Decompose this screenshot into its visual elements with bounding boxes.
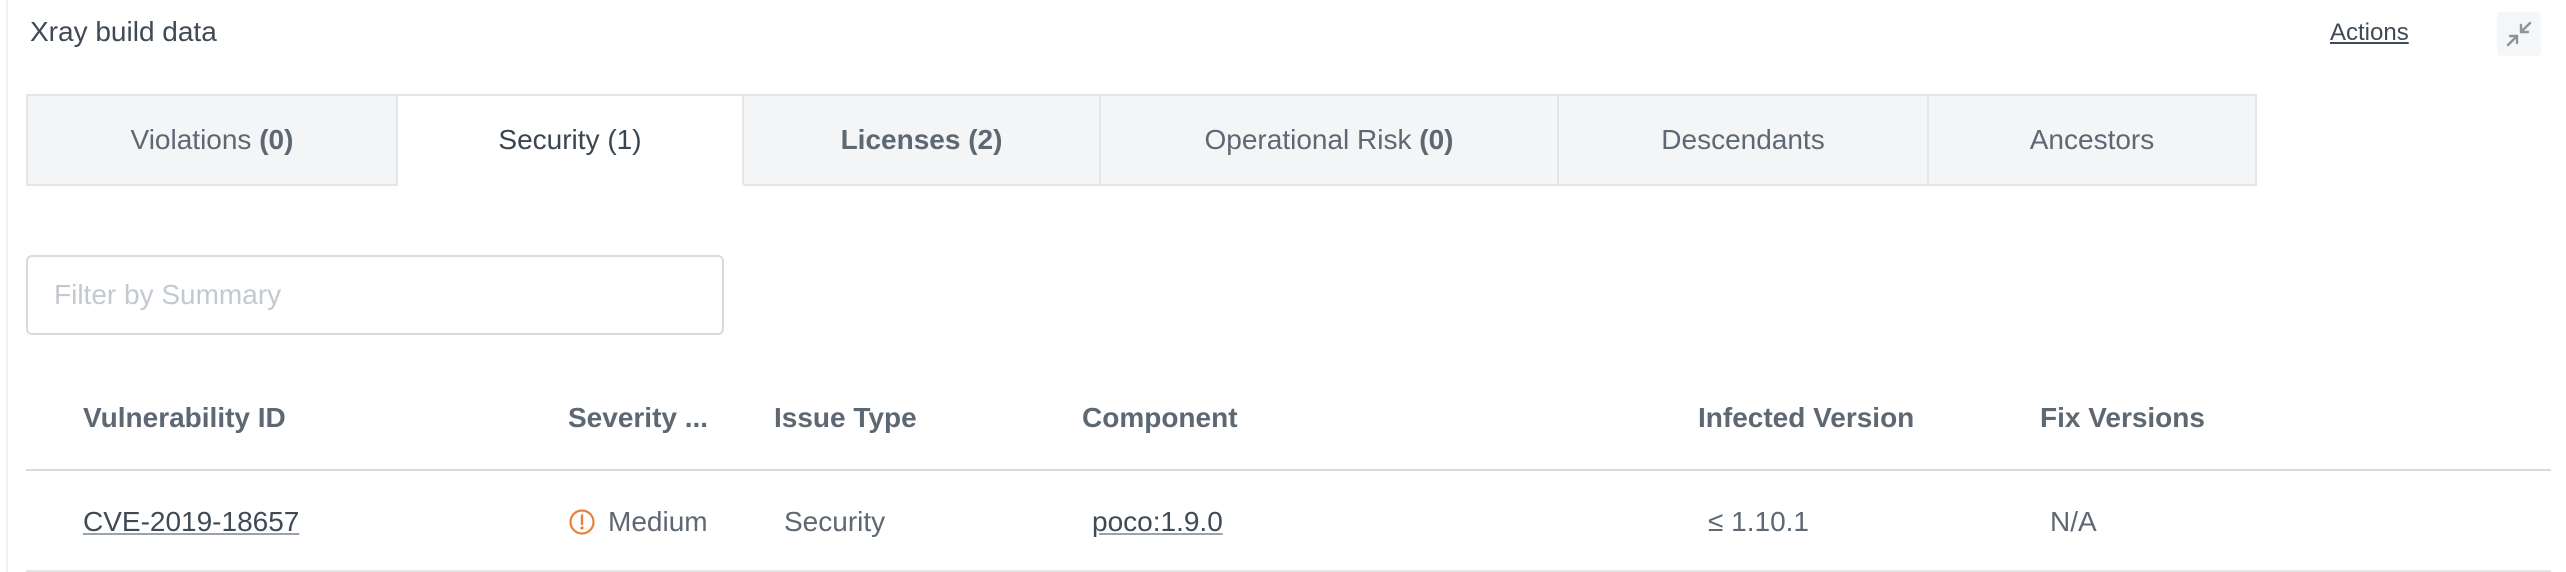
column-header-severity[interactable]: Severity ... <box>568 400 708 436</box>
actions-link[interactable]: Actions <box>2330 16 2409 50</box>
fix-versions-cell: N/A <box>2050 506 2097 537</box>
warning-circle-icon <box>569 509 595 535</box>
tab-operational-risk[interactable]: Operational Risk (0) <box>1101 94 1559 186</box>
tab-label: Ancestors <box>2029 124 2155 155</box>
column-header-issue-type[interactable]: Issue Type <box>774 400 917 436</box>
panel-left-border <box>6 0 8 572</box>
tab-count: (0) <box>259 124 294 155</box>
tab-count: (2) <box>968 124 1003 155</box>
vulnerability-id-link[interactable]: CVE-2019-18657 <box>83 504 299 540</box>
panel-title: Xray build data <box>30 16 217 47</box>
severity-cell: Medium <box>568 504 708 540</box>
tab-count: (1) <box>607 124 642 155</box>
tab-ancestors[interactable]: Ancestors <box>1929 94 2257 186</box>
issue-type-cell: Security <box>784 506 886 537</box>
tab-label: Operational Risk <box>1204 124 1412 155</box>
component-link[interactable]: poco:1.9.0 <box>1092 504 1223 540</box>
tab-licenses[interactable]: Licenses (2) <box>744 94 1101 186</box>
tab-label: Descendants <box>1661 124 1825 155</box>
column-header-fix-versions[interactable]: Fix Versions <box>2040 400 2205 436</box>
tab-bar: Violations (0) Security (1) Licenses (2)… <box>26 94 2257 186</box>
tab-security[interactable]: Security (1) <box>398 94 744 186</box>
column-header-infected-version[interactable]: Infected Version <box>1698 400 1914 436</box>
tab-label: Security <box>498 124 600 155</box>
collapse-button[interactable] <box>2497 12 2541 56</box>
tab-label: Licenses <box>840 124 961 155</box>
collapse-arrows-icon <box>2506 21 2532 47</box>
tab-descendants[interactable]: Descendants <box>1559 94 1929 186</box>
column-header-vulnerability-id[interactable]: Vulnerability ID <box>83 400 286 436</box>
filter-input[interactable] <box>26 255 724 335</box>
column-header-component[interactable]: Component <box>1082 400 1238 436</box>
tab-violations[interactable]: Violations (0) <box>26 94 398 186</box>
infected-version-cell: ≤ 1.10.1 <box>1708 506 1809 537</box>
severity-label: Medium <box>608 506 708 537</box>
table-header-divider <box>26 469 2551 471</box>
tab-label: Violations <box>130 124 252 155</box>
tab-count: (0) <box>1419 124 1454 155</box>
